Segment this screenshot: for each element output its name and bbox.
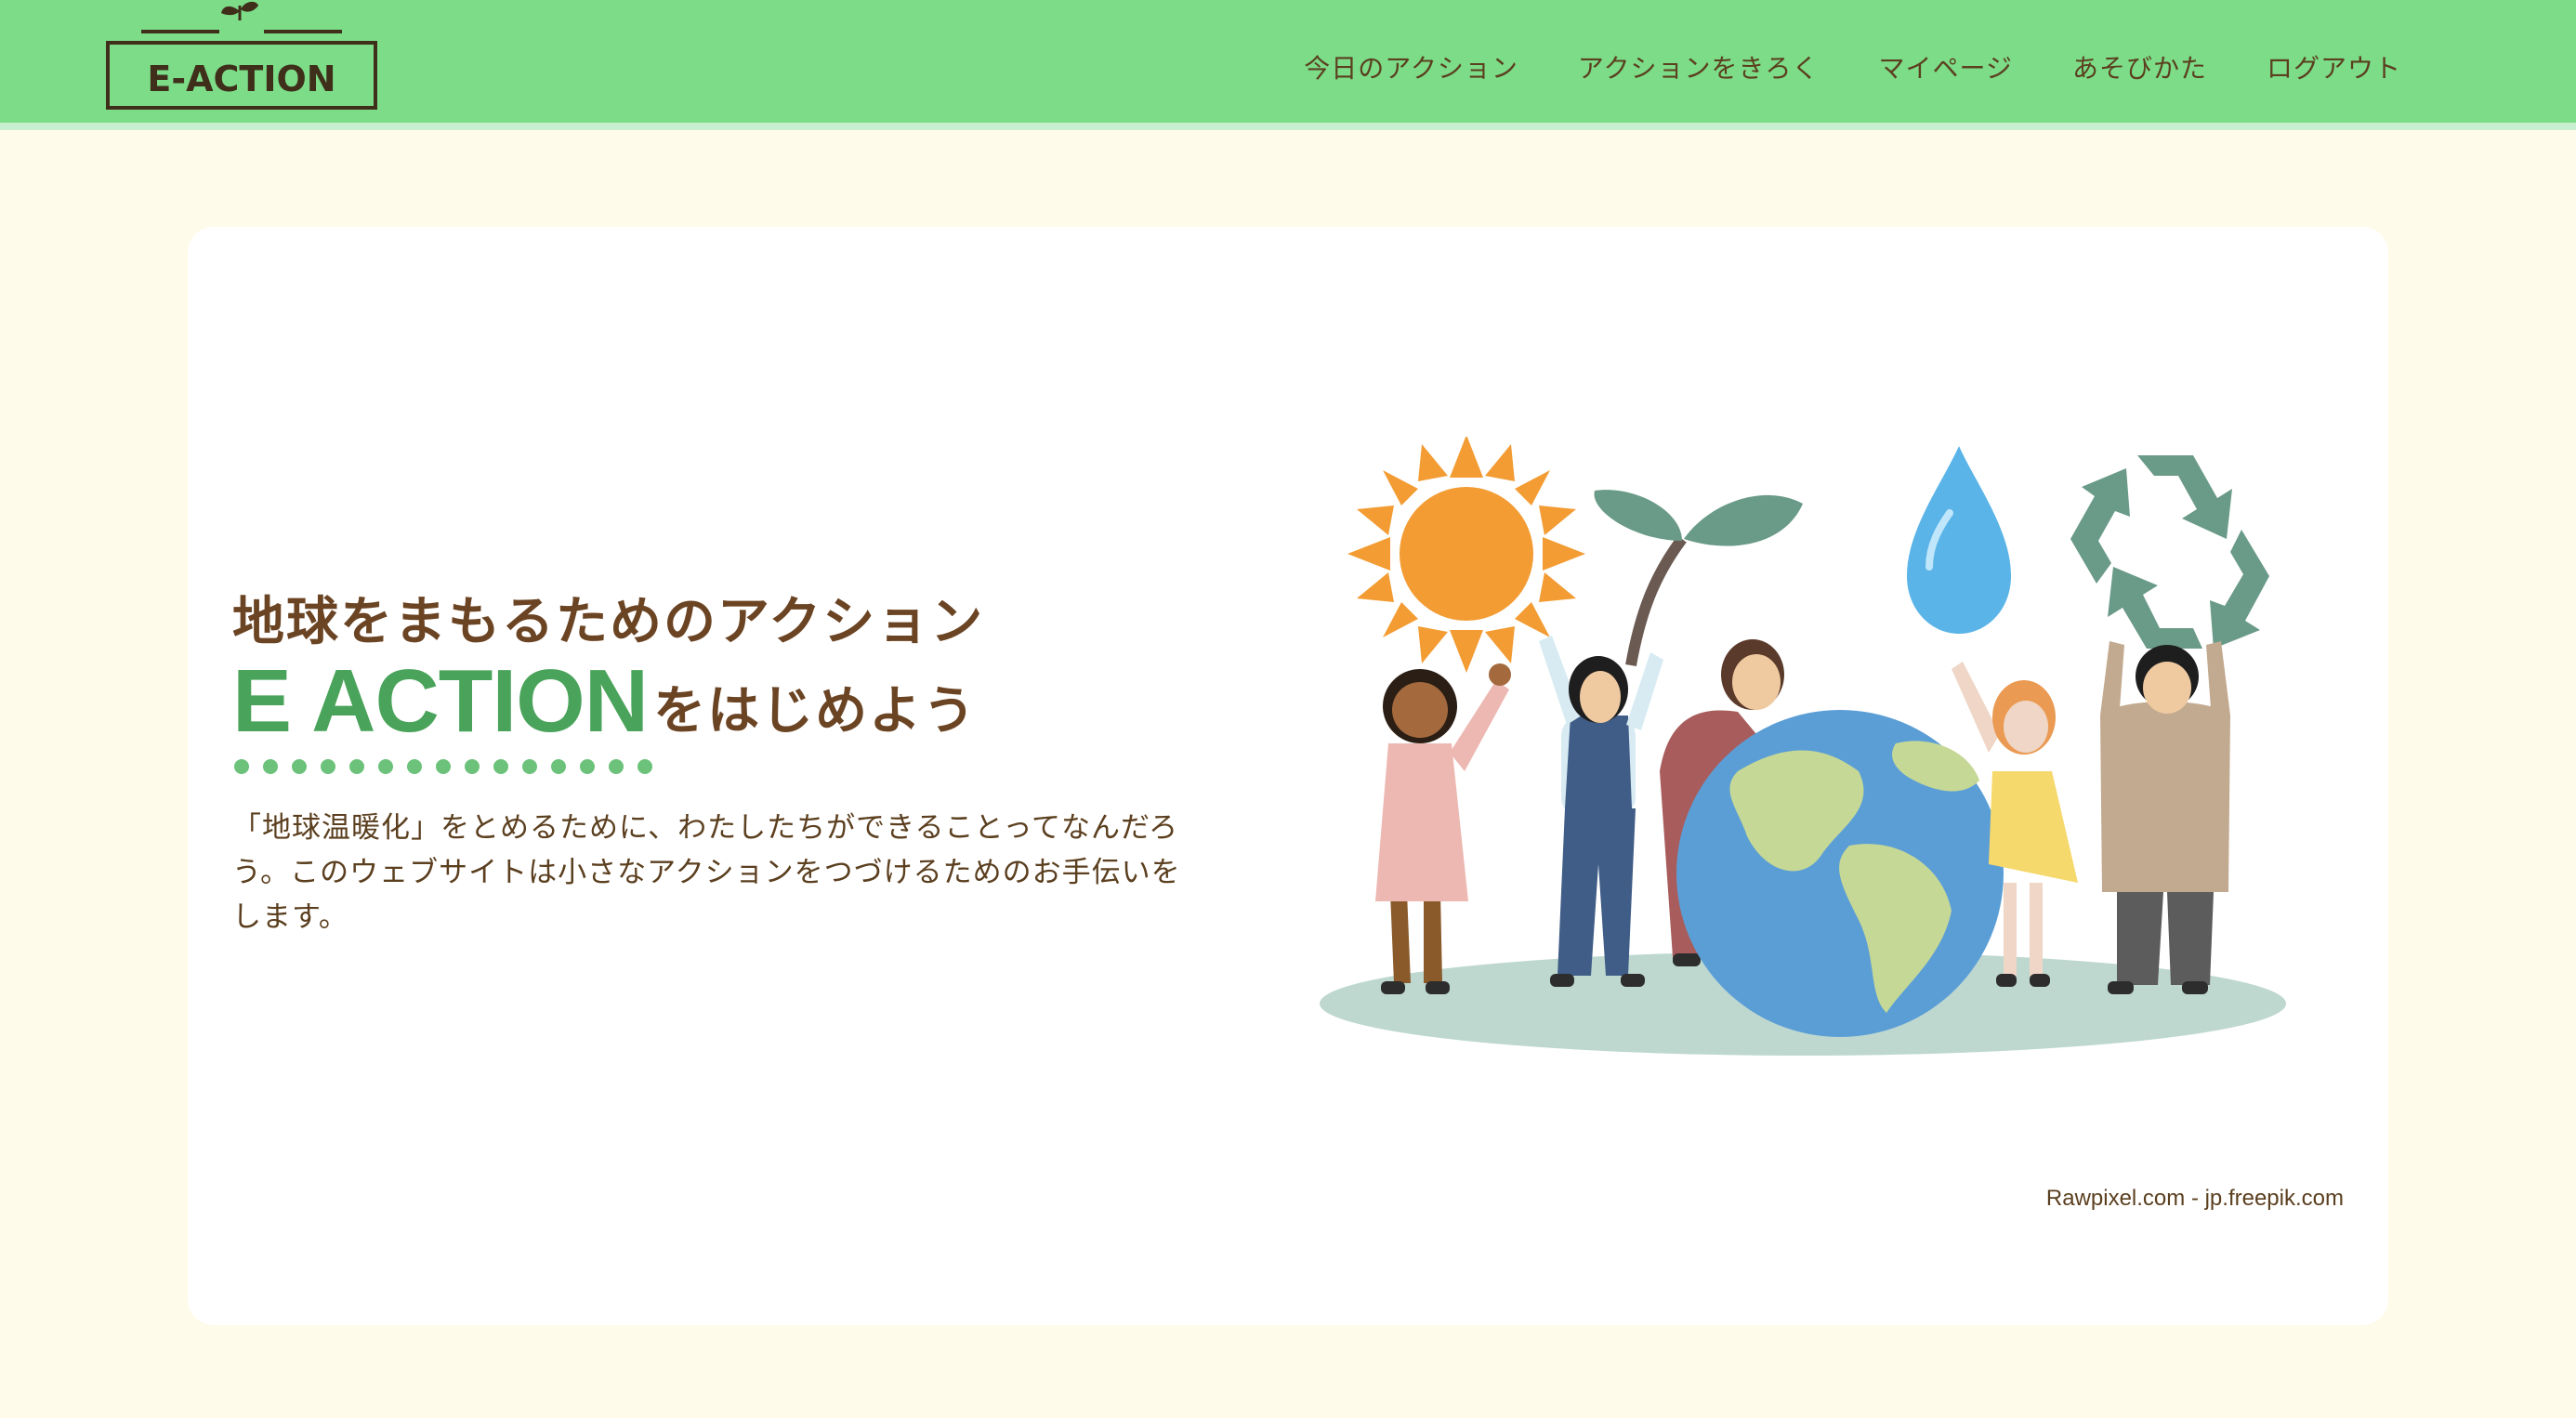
globe-icon <box>1676 710 2004 1037</box>
person-overalls <box>1539 636 1663 987</box>
underline-dot <box>234 759 249 775</box>
underline-dot <box>378 759 393 775</box>
hero-text: 地球をまもるためのアクション E ACTION をはじめよう 「地球温暖化」をと… <box>232 591 1245 968</box>
hero-illustration <box>1301 435 2305 1069</box>
underline-dot <box>637 759 652 775</box>
underline-dot <box>321 759 335 775</box>
underline-dot <box>551 759 566 775</box>
nav-record-action[interactable]: アクションをきろく <box>1578 48 1820 85</box>
underline-dot <box>493 759 508 775</box>
underline-dot <box>465 759 480 775</box>
dotted-underline <box>232 759 1245 775</box>
people-with-earth-illustration <box>1320 435 2286 1056</box>
image-credit: Rawpixel.com - jp.freepik.com <box>2045 1186 2344 1211</box>
person-beige-sweater <box>2100 641 2230 994</box>
underline-dot <box>263 759 278 775</box>
underline-dot <box>609 759 624 775</box>
logo-text: E-ACTION <box>147 59 335 99</box>
brand-name: E ACTION <box>232 651 649 752</box>
hero-description: 「地球温暖化」をとめるために、わたしたちができることってなんだろう。このウェブサ… <box>232 811 1181 935</box>
nav-how-to-play[interactable]: あそびかた <box>2072 48 2207 85</box>
leaf-icon <box>1594 490 1803 667</box>
underline-dot <box>407 759 422 775</box>
main-nav: 今日のアクション アクションをきろく マイページ あそびかた ログアウト <box>1304 48 2401 85</box>
underline-dot <box>349 759 364 775</box>
hero-headline: 地球をまもるためのアクション <box>232 592 985 652</box>
water-drop-icon <box>1907 446 2011 634</box>
underline-dot <box>436 759 451 775</box>
nav-mypage[interactable]: マイページ <box>1879 48 2013 85</box>
top-header: E-ACTION 今日のアクション アクションをきろく マイページ あそびかた … <box>0 0 2576 130</box>
nav-today-action[interactable]: 今日のアクション <box>1304 48 1518 85</box>
hero-headline-2: E ACTION をはじめよう <box>232 657 1245 746</box>
underline-dot <box>292 759 307 775</box>
person-pink-dress <box>1375 663 1511 994</box>
logo-graphic: E-ACTION <box>106 1 377 110</box>
headline-suffix: をはじめよう <box>653 681 978 742</box>
site-logo[interactable]: E-ACTION <box>104 0 379 115</box>
recycle-icon <box>2070 455 2269 649</box>
nav-logout[interactable]: ログアウト <box>2267 48 2401 85</box>
underline-dot <box>580 759 595 775</box>
underline-dot <box>522 759 537 775</box>
